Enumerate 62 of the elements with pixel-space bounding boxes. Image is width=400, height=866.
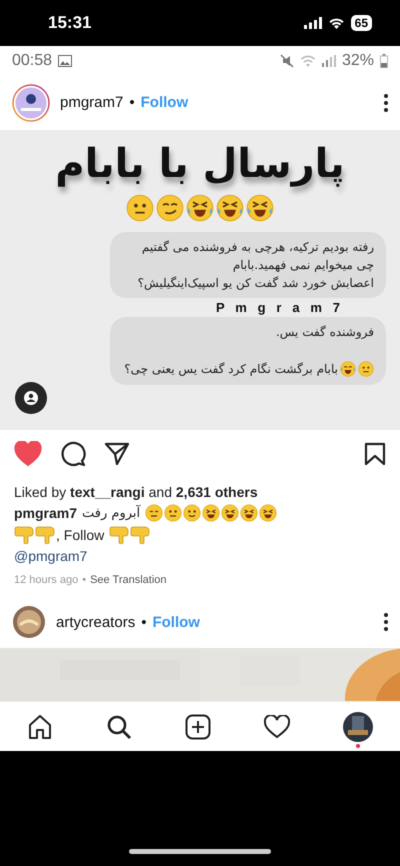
username[interactable]: pmgram7 [60, 94, 124, 111]
emoji-icon [186, 194, 214, 222]
separator-dot: • [141, 614, 146, 630]
message-text: رفته بودیم ترکیه، هرچی به فروشنده می گفتیم [142, 240, 374, 254]
tagged-user-icon[interactable] [15, 382, 47, 414]
signature-text: P m g r a m 7 [214, 300, 340, 315]
comment-icon[interactable] [60, 441, 86, 467]
pointing-hand-icon [35, 526, 55, 544]
caption-text: آبروم رفت [82, 506, 140, 520]
separator-dot: • [129, 94, 135, 111]
pointing-hand-icon [130, 526, 150, 544]
emoji-icon [216, 194, 244, 222]
see-translation-link[interactable]: See Translation [90, 574, 167, 586]
separator-dot: • [82, 574, 86, 586]
username[interactable]: artycreators [56, 614, 136, 630]
battery-icon [380, 54, 388, 68]
message-text: بابام برگشت نگام کرد گفت یس یعنی چی؟ [124, 362, 338, 376]
like-heart-icon[interactable] [14, 441, 42, 467]
post-time: 12 hours ago [14, 574, 78, 586]
wifi-icon [328, 17, 345, 29]
emoji-icon [358, 361, 374, 377]
signal-icon [322, 54, 336, 66]
emoji-icon [145, 504, 164, 522]
emoji-icon [156, 194, 184, 222]
emoji-icon [246, 194, 274, 222]
emoji-icon [259, 504, 278, 522]
emoji-icon [340, 361, 356, 377]
meme-title: پارسال با بابام [55, 140, 345, 188]
pointing-hand-icon [14, 526, 34, 544]
share-icon[interactable] [104, 442, 130, 466]
battery-percent: 32% [342, 52, 374, 70]
profile-avatar[interactable] [343, 712, 374, 742]
status-time: 00:58 [12, 52, 52, 70]
bookmark-icon[interactable] [364, 442, 386, 466]
message-text: فروشنده گفت یس. [276, 325, 374, 339]
emoji-icon [126, 194, 154, 222]
pointing-hand-icon [109, 526, 130, 544]
emoji-icon [221, 504, 240, 522]
emoji-icon [183, 504, 202, 522]
mention-link[interactable]: @pmgram7 [14, 548, 386, 564]
image-icon [58, 54, 72, 66]
emoji-icon [240, 504, 258, 522]
wifi-icon [300, 54, 316, 66]
more-options-icon[interactable] [384, 613, 388, 631]
emoji-icon [202, 504, 220, 522]
home-icon[interactable] [26, 714, 53, 740]
avatar[interactable] [12, 605, 46, 639]
signal-icon [304, 17, 322, 29]
caption-text: , Follow [56, 527, 104, 543]
caption-username[interactable]: pmgram7 [14, 505, 78, 521]
add-post-icon[interactable] [184, 714, 211, 740]
avatar[interactable] [12, 84, 50, 122]
status-time: 15:31 [48, 13, 92, 33]
likes-text: Liked by text__rangi and 2,631 others [13, 484, 259, 500]
search-icon[interactable] [106, 714, 132, 740]
more-options-icon[interactable] [384, 94, 388, 112]
emoji-icon [164, 504, 182, 522]
mute-icon [280, 54, 294, 68]
battery-level: 65 [350, 15, 372, 31]
heart-icon[interactable] [264, 714, 290, 738]
message-text: چی میخوایم نمی فهمید.بابام [232, 258, 374, 272]
message-text: اعصابش خورد شد گفت کن یو اسپیک‌اینگیلیش؟ [138, 276, 374, 290]
